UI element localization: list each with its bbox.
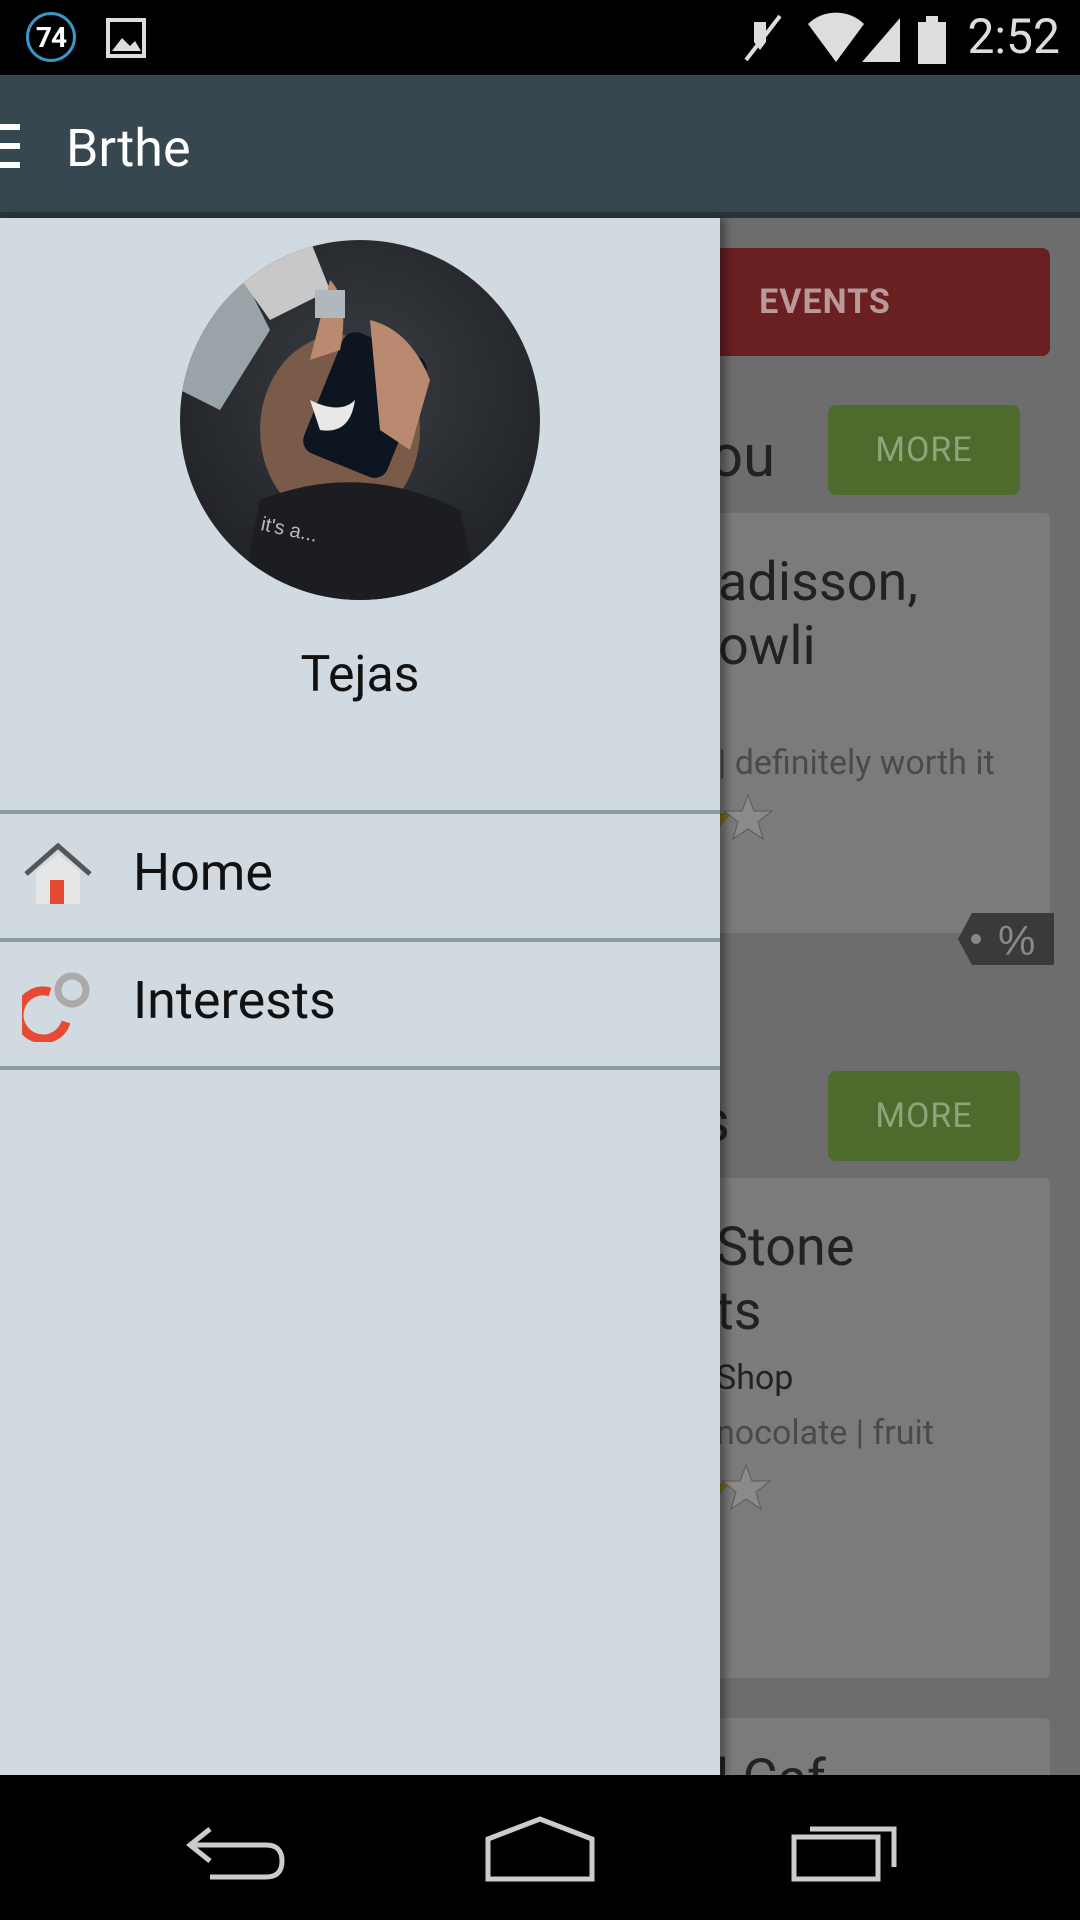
clock: 2:52	[967, 8, 1060, 65]
status-bar: 74 2:52	[0, 0, 1080, 75]
card-title-line1: Stone	[716, 1216, 855, 1279]
more-button[interactable]: MORE	[828, 405, 1020, 495]
signal-icon	[862, 18, 900, 62]
divider	[0, 1066, 720, 1070]
nav-item-home[interactable]: Home	[0, 814, 720, 938]
card-category: Shop	[716, 1358, 794, 1398]
nav-item-label: Interests	[133, 970, 336, 1031]
card-title-line2: owli	[718, 615, 816, 678]
battery-icon	[918, 16, 946, 64]
star-icon	[718, 793, 774, 841]
nav-item-label: Home	[133, 842, 273, 903]
back-icon[interactable]	[180, 1815, 292, 1885]
home-icon	[24, 842, 92, 904]
card-title-line1: adisson,	[718, 551, 918, 614]
home-nav-icon[interactable]	[484, 1815, 596, 1885]
system-nav-bar	[0, 1775, 1080, 1920]
mute-icon	[744, 14, 782, 62]
interests-icon	[22, 972, 90, 1042]
recent-apps-icon[interactable]	[790, 1815, 902, 1885]
discount-tag-icon: %	[958, 913, 1054, 965]
card-title-fragment: l Caf	[716, 1748, 826, 1775]
svg-text:%: %	[998, 917, 1035, 964]
gallery-icon	[106, 18, 146, 58]
app-title: Brthe	[66, 118, 191, 179]
status-icons	[744, 12, 946, 64]
notification-badge: 74	[26, 12, 76, 62]
card-tags: | definitely worth it	[718, 743, 995, 783]
card-tags: nocolate | fruit	[716, 1413, 934, 1453]
more-button[interactable]: MORE	[828, 1071, 1020, 1161]
user-name: Tejas	[300, 646, 420, 704]
profile-photo: it's a...	[180, 240, 540, 600]
avatar[interactable]: it's a...	[180, 240, 540, 600]
menu-icon[interactable]	[0, 120, 22, 172]
navigation-drawer: it's a... Tejas Home Interests	[0, 218, 720, 1775]
wifi-icon	[808, 12, 864, 62]
star-icon	[716, 1463, 772, 1511]
nav-item-interests[interactable]: Interests	[0, 942, 720, 1066]
card-title-line2: ts	[716, 1280, 762, 1343]
app-bar: Brthe	[0, 75, 1080, 215]
